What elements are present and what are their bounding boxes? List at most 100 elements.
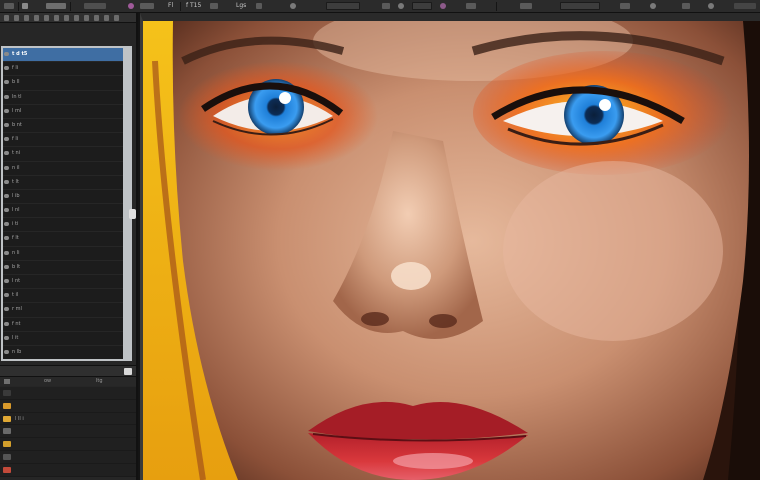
option-chip[interactable] bbox=[210, 3, 218, 9]
eye-icon[interactable] bbox=[4, 335, 9, 340]
panel-tab-icon[interactable] bbox=[64, 15, 69, 21]
color-mode-icon[interactable] bbox=[128, 3, 134, 9]
layer-row[interactable]: n li bbox=[3, 247, 123, 261]
panel-tab-icon[interactable] bbox=[14, 15, 19, 21]
eye-icon[interactable] bbox=[4, 179, 9, 184]
panel-tab-icon[interactable] bbox=[94, 15, 99, 21]
panel-tab-icon[interactable] bbox=[104, 15, 109, 21]
layer-row[interactable]: b lt bbox=[3, 261, 123, 275]
layer-row[interactable]: t il bbox=[3, 289, 123, 304]
layer-row[interactable]: l ib bbox=[3, 190, 123, 205]
eye-icon[interactable] bbox=[4, 66, 9, 71]
adjustment-row[interactable] bbox=[0, 425, 136, 439]
layer-name: r ml bbox=[12, 306, 22, 313]
eye-icon[interactable] bbox=[4, 349, 9, 354]
layer-row[interactable]: n lb bbox=[3, 346, 123, 359]
option-button[interactable] bbox=[84, 3, 106, 9]
layer-row[interactable]: n il bbox=[3, 162, 123, 176]
document-canvas[interactable] bbox=[140, 13, 760, 480]
adjustment-thumbnail bbox=[3, 453, 11, 460]
layer-row[interactable]: f nt bbox=[3, 318, 123, 332]
layers-list[interactable]: t d t5 f li b ll ln tl l ml b nt f li t ni n il t… bbox=[1, 46, 132, 361]
layer-row[interactable]: i ti bbox=[3, 218, 123, 233]
panel-tab-icon[interactable] bbox=[84, 15, 89, 21]
adjustment-row[interactable] bbox=[0, 450, 136, 464]
option-chip[interactable] bbox=[682, 3, 690, 9]
layer-name: n li bbox=[12, 249, 20, 256]
eye-icon[interactable] bbox=[4, 151, 9, 156]
layer-name: l ml bbox=[12, 107, 22, 114]
option-chip[interactable] bbox=[256, 3, 262, 9]
adjustments-toolbar: ow ltg bbox=[0, 377, 136, 386]
scrollbar-handle[interactable] bbox=[129, 209, 136, 219]
tool-preset-picker[interactable] bbox=[4, 3, 14, 9]
panel-tab-icon[interactable] bbox=[54, 15, 59, 21]
eye-icon[interactable] bbox=[4, 108, 9, 113]
layer-row[interactable]: t ni bbox=[3, 147, 123, 162]
adjustments-list[interactable]: l ll i bbox=[0, 387, 136, 480]
layer-row[interactable]: l nt bbox=[3, 275, 123, 290]
adjustment-row[interactable] bbox=[0, 463, 136, 477]
opacity-field[interactable] bbox=[412, 2, 432, 10]
eye-icon[interactable] bbox=[4, 122, 9, 127]
add-adjustment-icon[interactable] bbox=[4, 379, 10, 384]
panel-tab-icon[interactable] bbox=[74, 15, 79, 21]
adjustment-row[interactable]: l ll i bbox=[0, 412, 136, 426]
eye-icon[interactable] bbox=[4, 80, 9, 85]
flow-field[interactable] bbox=[560, 2, 600, 10]
eye-icon[interactable] bbox=[4, 94, 9, 99]
layer-row[interactable]: l ml bbox=[3, 105, 123, 119]
brush-icon[interactable] bbox=[290, 3, 296, 9]
option-field[interactable] bbox=[140, 3, 154, 9]
size-field[interactable] bbox=[326, 2, 360, 10]
eye-icon[interactable] bbox=[4, 165, 9, 170]
layer-row[interactable]: f li bbox=[3, 62, 123, 77]
layer-row[interactable]: f li bbox=[3, 133, 123, 148]
settings-icon[interactable] bbox=[398, 3, 404, 9]
eye-icon[interactable] bbox=[4, 193, 9, 198]
option-chip[interactable] bbox=[382, 3, 390, 9]
eye-icon[interactable] bbox=[4, 321, 9, 326]
eye-icon[interactable] bbox=[4, 293, 9, 298]
option-chip[interactable] bbox=[466, 3, 476, 9]
eye-icon[interactable] bbox=[4, 264, 9, 269]
eye-icon[interactable] bbox=[4, 52, 9, 56]
eye-icon[interactable] bbox=[4, 279, 9, 283]
adjustment-row[interactable] bbox=[0, 387, 136, 400]
layer-row[interactable]: r ml bbox=[3, 303, 123, 318]
adjustment-row[interactable] bbox=[0, 399, 136, 413]
panel-tab-icon[interactable] bbox=[44, 15, 49, 21]
panel-menu-button[interactable] bbox=[124, 368, 132, 375]
portrait-photo[interactable] bbox=[143, 21, 760, 480]
panel-tab-icon[interactable] bbox=[114, 15, 119, 21]
option-chip[interactable] bbox=[620, 3, 630, 9]
option-swatch[interactable] bbox=[22, 3, 28, 9]
pressure-icon[interactable] bbox=[650, 3, 656, 9]
symmetry-icon[interactable] bbox=[708, 3, 714, 9]
layer-row[interactable]: f lt bbox=[3, 232, 123, 247]
eye-icon[interactable] bbox=[4, 208, 9, 213]
airbrush-icon[interactable] bbox=[440, 3, 446, 9]
layer-name: l ib bbox=[12, 192, 20, 199]
layer-name: t il bbox=[12, 292, 19, 299]
panel-tab-icon[interactable] bbox=[34, 15, 39, 21]
option-chip[interactable] bbox=[520, 3, 532, 9]
layer-row[interactable]: ln tl bbox=[3, 91, 123, 105]
panel-tab-icon[interactable] bbox=[24, 15, 29, 21]
eye-icon[interactable] bbox=[4, 236, 9, 241]
layer-row[interactable]: t d t5 bbox=[3, 48, 123, 63]
panel-tab-icon[interactable] bbox=[4, 15, 9, 21]
layer-row[interactable]: l nl bbox=[3, 204, 123, 219]
layer-row[interactable]: b ll bbox=[3, 76, 123, 91]
eye-icon[interactable] bbox=[4, 137, 9, 142]
workspace-switcher[interactable] bbox=[734, 3, 756, 9]
eye-icon[interactable] bbox=[4, 307, 9, 312]
option-slider[interactable] bbox=[46, 3, 66, 9]
adjustment-row[interactable] bbox=[0, 438, 136, 451]
layer-row[interactable]: l it bbox=[3, 332, 123, 346]
mode-label[interactable]: Lgs bbox=[236, 2, 246, 10]
layer-row[interactable]: b nt bbox=[3, 119, 123, 134]
eye-icon[interactable] bbox=[4, 222, 9, 227]
layer-row[interactable]: t lt bbox=[3, 176, 123, 190]
eye-icon[interactable] bbox=[4, 250, 9, 255]
